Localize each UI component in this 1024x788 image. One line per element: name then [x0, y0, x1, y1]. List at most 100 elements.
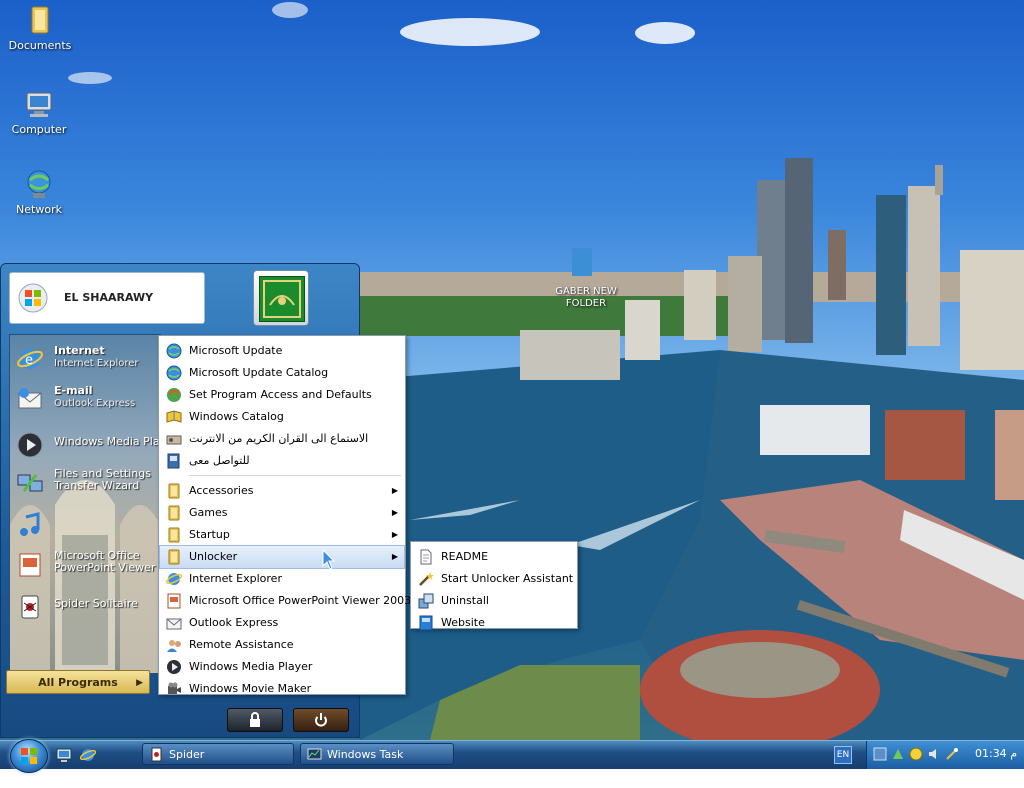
catalog-icon [166, 409, 182, 425]
menu-item-windows-media-player[interactable]: Windows Media Player [160, 656, 404, 678]
menu-item-internet-explorer[interactable]: Internet Explorer [160, 568, 404, 590]
document-icon [418, 549, 434, 565]
pinned-item-powerpoint-viewer[interactable]: Microsoft Office PowerPoint Viewer 2003 [10, 547, 160, 583]
menu-item-label: الاستماع الى القران الكريم من الانترنت [189, 432, 369, 445]
desktop-icon-documents[interactable]: Documents [2, 4, 78, 52]
contact-icon [166, 453, 182, 469]
task-manager-icon [307, 748, 322, 760]
svg-text:e: e [25, 353, 33, 368]
menu-item-item-4[interactable]: الاستماع الى القران الكريم من الانترنت [160, 428, 404, 450]
menu-item-microsoft-office-powerpoint-viewer-2003[interactable]: Microsoft Office PowerPoint Viewer 2003 [160, 590, 411, 612]
menu-item-set-program-access-and-defaults[interactable]: Set Program Access and Defaults [160, 384, 404, 406]
pinned-item-music[interactable] [10, 507, 160, 543]
music-icon [16, 511, 44, 539]
pinned-programs-pane: e Internet Internet Explorer E-mail Outl… [9, 334, 161, 674]
submenu-arrow-icon: ▶ [391, 552, 398, 561]
menu-item-label: Remote Assistance [189, 638, 294, 651]
menu-item-microsoft-update-catalog[interactable]: Microsoft Update Catalog [160, 362, 404, 384]
windows-logo-icon [18, 283, 48, 313]
menu-separator [189, 475, 401, 476]
spider-solitaire-icon [16, 593, 44, 621]
pinned-item-internet[interactable]: e Internet Internet Explorer [10, 341, 160, 377]
email-icon [16, 385, 44, 413]
pinned-item-email[interactable]: E-mail Outlook Express [10, 381, 160, 417]
internet-explorer-icon[interactable] [80, 747, 96, 763]
menu-item-label: Startup [189, 528, 230, 541]
mouse-cursor-icon [322, 549, 336, 570]
menu-item-label: Windows Catalog [189, 410, 284, 423]
desktop-icon-label: Computer [11, 123, 67, 136]
menu-item-accessories[interactable]: Accessories ▶ [160, 480, 404, 502]
radio-icon [166, 431, 182, 447]
menu-item-label: Uninstall [441, 594, 489, 607]
show-desktop-icon[interactable] [56, 747, 72, 763]
system-tray: 01:34 م [866, 741, 1024, 769]
menu-item-unlocker[interactable]: Unlocker ▶ [159, 545, 405, 569]
user-account-box[interactable]: EL SHAARAWY [9, 272, 205, 324]
submenu-arrow-icon: ▶ [391, 508, 398, 517]
menu-item-readme[interactable]: README [412, 546, 576, 568]
remote-assistance-icon [166, 637, 182, 653]
unlocker-submenu: README Start Unlocker Assistant Uninstall W… [410, 541, 578, 631]
menu-item-start-unlocker-assistant[interactable]: Start Unlocker Assistant [412, 568, 576, 590]
menu-item-label: README [441, 550, 489, 563]
tray-messenger-icon[interactable] [909, 747, 923, 761]
menu-item-startup[interactable]: Startup ▶ [160, 524, 404, 546]
pinned-item-transfer-wizard[interactable]: Files and Settings Transfer Wizard [10, 465, 160, 501]
menu-item-outlook-express[interactable]: Outlook Express [160, 612, 404, 634]
menu-item-windows-catalog[interactable]: Windows Catalog [160, 406, 404, 428]
lock-button[interactable] [227, 708, 283, 732]
menu-item-label: Unlocker [189, 550, 238, 563]
desktop-icon-network[interactable]: Network [1, 168, 77, 216]
computer-icon [23, 88, 55, 120]
menu-item-uninstall[interactable]: Uninstall [412, 590, 576, 612]
pinned-item-spider-solitaire[interactable]: Spider Solitaire [10, 589, 160, 625]
language-indicator[interactable]: EN [834, 746, 852, 764]
arrow-right-icon: ▶ [136, 678, 143, 688]
desktop-icon-label: Documents [8, 39, 72, 52]
tray-network-icon[interactable] [891, 747, 905, 761]
website-icon [418, 615, 434, 631]
uninstall-icon [418, 593, 434, 609]
documents-folder-icon [24, 4, 56, 36]
shutdown-button[interactable] [293, 708, 349, 732]
desktop-icon-gaber-folder[interactable]: GABER NEW FOLDER [548, 286, 624, 310]
power-icon [315, 713, 327, 727]
menu-item-remote-assistance[interactable]: Remote Assistance [160, 634, 404, 656]
all-programs-button[interactable]: All Programs ▶ [6, 670, 150, 694]
menu-item-website[interactable]: Website [412, 612, 576, 634]
menu-item-label: Internet Explorer [189, 572, 282, 585]
user-picture[interactable] [253, 270, 309, 326]
folder-icon [166, 527, 182, 543]
windows-logo-icon [21, 748, 37, 764]
menu-item-windows-movie-maker[interactable]: Windows Movie Maker [160, 678, 404, 700]
menu-item-label: Games [189, 506, 228, 519]
folder-icon [166, 483, 182, 499]
tray-volume-icon[interactable] [927, 747, 941, 761]
menu-item-item-5[interactable]: للتواصل معى [160, 450, 404, 472]
menu-item-microsoft-update[interactable]: Microsoft Update [160, 340, 404, 362]
user-picture-image [259, 276, 305, 322]
taskbar-button-task-manager[interactable]: Windows Task Manager [300, 743, 454, 783]
folder-icon [166, 549, 182, 565]
media-player-icon [166, 659, 182, 675]
defaults-icon [166, 387, 182, 403]
pinned-item-media-player[interactable]: Windows Media Player [10, 427, 160, 463]
desktop-icon-computer[interactable]: Computer [1, 88, 77, 136]
tray-unlocker-icon[interactable] [945, 747, 959, 761]
taskbar-clock[interactable]: 01:34 م [975, 747, 1017, 760]
tray-app-icon[interactable] [873, 747, 887, 761]
movie-maker-icon [166, 681, 182, 697]
menu-item-label: Windows Media Player [189, 660, 313, 673]
transfer-wizard-icon [16, 469, 44, 497]
email-icon [166, 615, 182, 631]
menu-item-label: Windows Movie Maker [189, 682, 312, 695]
menu-item-games[interactable]: Games ▶ [160, 502, 404, 524]
taskbar-button-spider[interactable]: Spider [142, 743, 294, 765]
menu-item-label: Accessories [189, 484, 254, 497]
menu-item-label: للتواصل معى [189, 454, 250, 467]
folder-icon [166, 505, 182, 521]
submenu-arrow-icon: ▶ [391, 530, 398, 539]
globe-icon [166, 365, 182, 381]
network-icon [23, 168, 55, 200]
